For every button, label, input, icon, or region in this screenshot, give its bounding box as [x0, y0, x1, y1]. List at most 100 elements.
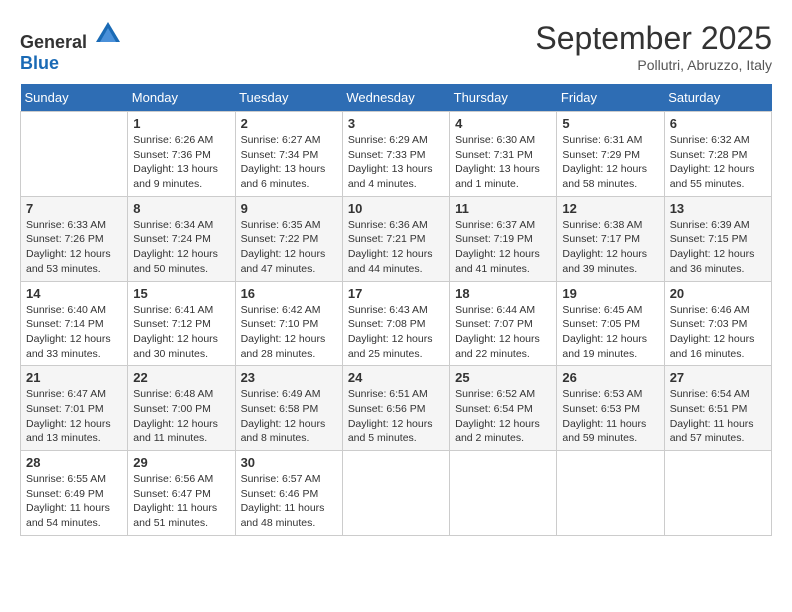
day-number: 1 — [133, 116, 229, 131]
day-info: Sunrise: 6:45 AM Sunset: 7:05 PM Dayligh… — [562, 303, 658, 362]
day-number: 27 — [670, 370, 766, 385]
day-number: 12 — [562, 201, 658, 216]
day-info: Sunrise: 6:46 AM Sunset: 7:03 PM Dayligh… — [670, 303, 766, 362]
calendar-cell: 30 Sunrise: 6:57 AM Sunset: 6:46 PM Dayli… — [235, 451, 342, 536]
day-info: Sunrise: 6:39 AM Sunset: 7:15 PM Dayligh… — [670, 218, 766, 277]
day-number: 15 — [133, 286, 229, 301]
day-number: 7 — [26, 201, 122, 216]
day-info: Sunrise: 6:47 AM Sunset: 7:01 PM Dayligh… — [26, 387, 122, 446]
calendar-cell: 25Sunrise: 6:52 AM Sunset: 6:54 PM Dayli… — [450, 366, 557, 451]
day-info: Sunrise: 6:37 AM Sunset: 7:19 PM Dayligh… — [455, 218, 551, 277]
day-info: Sunrise: 6:32 AM Sunset: 7:28 PM Dayligh… — [670, 133, 766, 192]
calendar-cell: 9 Sunrise: 6:35 AM Sunset: 7:22 PM Daylig… — [235, 196, 342, 281]
weekday-header: Wednesday — [342, 84, 449, 112]
day-number: 6 — [670, 116, 766, 131]
weekday-header: Monday — [128, 84, 235, 112]
day-number: 18 — [455, 286, 551, 301]
day-number: 3 — [348, 116, 444, 131]
day-number: 4 — [455, 116, 551, 131]
calendar-cell — [21, 112, 128, 197]
day-info: Sunrise: 6:38 AM Sunset: 7:17 PM Dayligh… — [562, 218, 658, 277]
day-info: Sunrise: 6:57 AM Sunset: 6:46 PM Dayligh… — [241, 472, 337, 531]
calendar-cell: 24Sunrise: 6:51 AM Sunset: 6:56 PM Dayli… — [342, 366, 449, 451]
day-number: 29 — [133, 455, 229, 470]
day-number: 11 — [455, 201, 551, 216]
day-number: 26 — [562, 370, 658, 385]
calendar-week-row: 21 Sunrise: 6:47 AM Sunset: 7:01 PM Dayli… — [21, 366, 772, 451]
day-info: Sunrise: 6:44 AM Sunset: 7:07 PM Dayligh… — [455, 303, 551, 362]
calendar-cell: 15Sunrise: 6:41 AM Sunset: 7:12 PM Dayli… — [128, 281, 235, 366]
day-number: 20 — [670, 286, 766, 301]
weekday-header: Sunday — [21, 84, 128, 112]
calendar-cell: 28 Sunrise: 6:55 AM Sunset: 6:49 PM Dayli… — [21, 451, 128, 536]
calendar-cell: 4 Sunrise: 6:30 AM Sunset: 7:31 PM Daylig… — [450, 112, 557, 197]
calendar-cell: 13 Sunrise: 6:39 AM Sunset: 7:15 PM Dayli… — [664, 196, 771, 281]
day-info: Sunrise: 6:43 AM Sunset: 7:08 PM Dayligh… — [348, 303, 444, 362]
calendar-cell: 26 Sunrise: 6:53 AM Sunset: 6:53 PM Dayli… — [557, 366, 664, 451]
calendar-cell: 14 Sunrise: 6:40 AM Sunset: 7:14 PM Dayli… — [21, 281, 128, 366]
day-number: 5 — [562, 116, 658, 131]
day-info: Sunrise: 6:42 AM Sunset: 7:10 PM Dayligh… — [241, 303, 337, 362]
calendar-cell: 3 Sunrise: 6:29 AM Sunset: 7:33 PM Daylig… — [342, 112, 449, 197]
calendar-table: SundayMondayTuesdayWednesdayThursdayFrid… — [20, 84, 772, 536]
calendar-cell: 17 Sunrise: 6:43 AM Sunset: 7:08 PM Dayli… — [342, 281, 449, 366]
calendar-cell: 27 Sunrise: 6:54 AM Sunset: 6:51 PM Dayli… — [664, 366, 771, 451]
day-info: Sunrise: 6:55 AM Sunset: 6:49 PM Dayligh… — [26, 472, 122, 531]
calendar-cell: 11 Sunrise: 6:37 AM Sunset: 7:19 PM Dayli… — [450, 196, 557, 281]
day-number: 17 — [348, 286, 444, 301]
day-info: Sunrise: 6:29 AM Sunset: 7:33 PM Dayligh… — [348, 133, 444, 192]
calendar-cell: 12 Sunrise: 6:38 AM Sunset: 7:17 PM Dayli… — [557, 196, 664, 281]
calendar-cell: 19 Sunrise: 6:45 AM Sunset: 7:05 PM Dayli… — [557, 281, 664, 366]
day-number: 21 — [26, 370, 122, 385]
calendar-cell: 18 Sunrise: 6:44 AM Sunset: 7:07 PM Dayli… — [450, 281, 557, 366]
day-info: Sunrise: 6:26 AM Sunset: 7:36 PM Dayligh… — [133, 133, 229, 192]
month-title: September 2025 — [535, 20, 772, 57]
calendar-cell: 21 Sunrise: 6:47 AM Sunset: 7:01 PM Dayli… — [21, 366, 128, 451]
day-number: 28 — [26, 455, 122, 470]
calendar-cell: 1 Sunrise: 6:26 AM Sunset: 7:36 PM Daylig… — [128, 112, 235, 197]
subtitle: Pollutri, Abruzzo, Italy — [535, 57, 772, 73]
day-number: 23 — [241, 370, 337, 385]
calendar-cell: 29 Sunrise: 6:56 AM Sunset: 6:47 PM Dayli… — [128, 451, 235, 536]
day-info: Sunrise: 6:35 AM Sunset: 7:22 PM Dayligh… — [241, 218, 337, 277]
day-info: Sunrise: 6:33 AM Sunset: 7:26 PM Dayligh… — [26, 218, 122, 277]
day-number: 19 — [562, 286, 658, 301]
day-info: Sunrise: 6:40 AM Sunset: 7:14 PM Dayligh… — [26, 303, 122, 362]
day-info: Sunrise: 6:31 AM Sunset: 7:29 PM Dayligh… — [562, 133, 658, 192]
day-info: Sunrise: 6:48 AM Sunset: 7:00 PM Dayligh… — [133, 387, 229, 446]
day-number: 30 — [241, 455, 337, 470]
day-number: 8 — [133, 201, 229, 216]
logo-icon — [94, 20, 122, 48]
day-number: 24 — [348, 370, 444, 385]
day-info: Sunrise: 6:53 AM Sunset: 6:53 PM Dayligh… — [562, 387, 658, 446]
calendar-cell — [342, 451, 449, 536]
calendar-cell: 5 Sunrise: 6:31 AM Sunset: 7:29 PM Daylig… — [557, 112, 664, 197]
day-info: Sunrise: 6:54 AM Sunset: 6:51 PM Dayligh… — [670, 387, 766, 446]
weekday-header: Thursday — [450, 84, 557, 112]
calendar-cell: 7 Sunrise: 6:33 AM Sunset: 7:26 PM Daylig… — [21, 196, 128, 281]
calendar-cell — [664, 451, 771, 536]
day-number: 25 — [455, 370, 551, 385]
day-info: Sunrise: 6:34 AM Sunset: 7:24 PM Dayligh… — [133, 218, 229, 277]
logo: General Blue — [20, 20, 122, 74]
calendar-cell: 23 Sunrise: 6:49 AM Sunset: 6:58 PM Dayli… — [235, 366, 342, 451]
calendar-cell — [557, 451, 664, 536]
calendar-cell: 22Sunrise: 6:48 AM Sunset: 7:00 PM Dayli… — [128, 366, 235, 451]
calendar-week-row: 14 Sunrise: 6:40 AM Sunset: 7:14 PM Dayli… — [21, 281, 772, 366]
day-number: 14 — [26, 286, 122, 301]
day-info: Sunrise: 6:30 AM Sunset: 7:31 PM Dayligh… — [455, 133, 551, 192]
calendar-cell: 20 Sunrise: 6:46 AM Sunset: 7:03 PM Dayli… — [664, 281, 771, 366]
day-info: Sunrise: 6:49 AM Sunset: 6:58 PM Dayligh… — [241, 387, 337, 446]
weekday-header: Friday — [557, 84, 664, 112]
calendar-week-row: 7 Sunrise: 6:33 AM Sunset: 7:26 PM Daylig… — [21, 196, 772, 281]
weekday-header-row: SundayMondayTuesdayWednesdayThursdayFrid… — [21, 84, 772, 112]
calendar-week-row: 28 Sunrise: 6:55 AM Sunset: 6:49 PM Dayli… — [21, 451, 772, 536]
day-info: Sunrise: 6:27 AM Sunset: 7:34 PM Dayligh… — [241, 133, 337, 192]
day-info: Sunrise: 6:56 AM Sunset: 6:47 PM Dayligh… — [133, 472, 229, 531]
calendar-cell — [450, 451, 557, 536]
day-number: 9 — [241, 201, 337, 216]
day-number: 13 — [670, 201, 766, 216]
page-header: General Blue September 2025 Pollutri, Ab… — [20, 20, 772, 74]
day-number: 2 — [241, 116, 337, 131]
weekday-header: Tuesday — [235, 84, 342, 112]
